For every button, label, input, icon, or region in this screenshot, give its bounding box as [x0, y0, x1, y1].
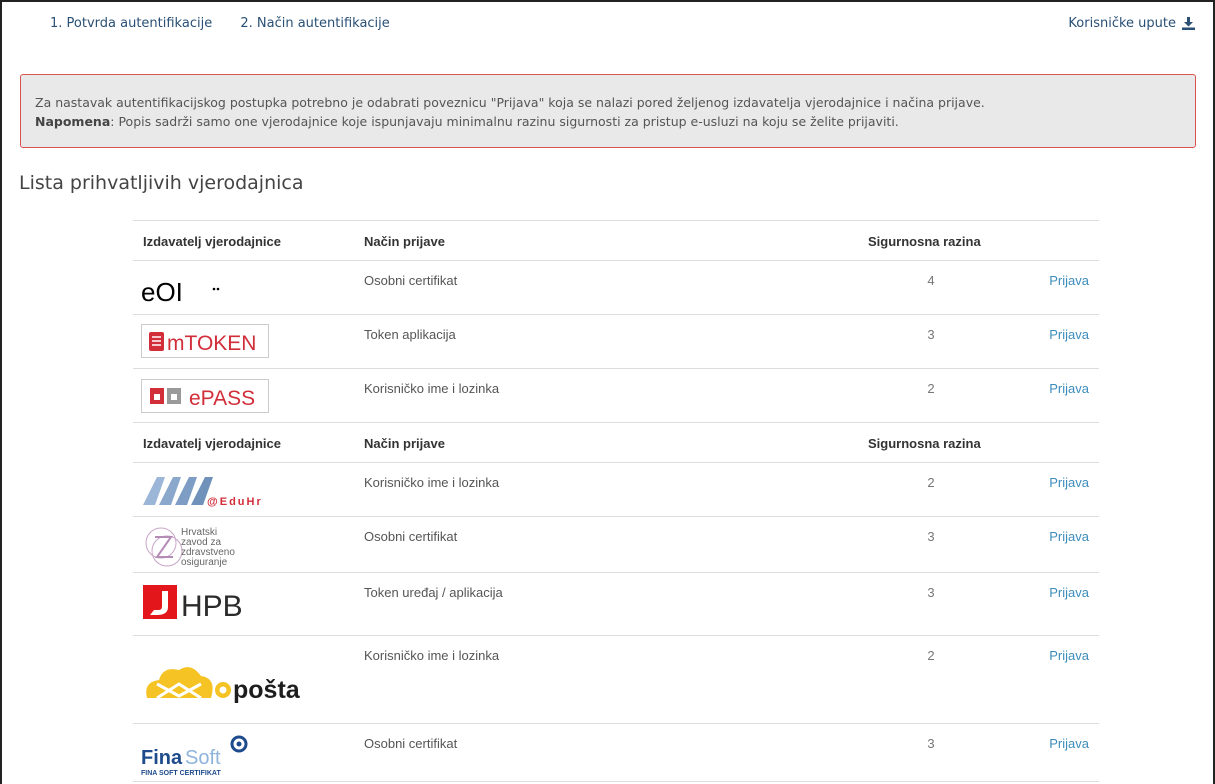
login-link-mtoken[interactable]: Prijava	[1049, 327, 1089, 342]
security-level: 3	[927, 327, 935, 342]
method: Korisničko ime i lozinka	[364, 475, 500, 490]
eoi-logo-text: eOI	[141, 277, 183, 307]
eposta-logo: pošta	[141, 658, 311, 711]
method: Korisničko ime i lozinka	[364, 381, 500, 396]
step-method: 2. Način autentifikacije	[240, 16, 390, 31]
step-confirm: 1. Potvrda autentifikacije	[50, 16, 213, 31]
eoi-logo: eOI	[141, 267, 231, 312]
method: Korisničko ime i lozinka	[364, 648, 500, 663]
hzzo-logo: Hrvatski zavod za zdravstveno osiguranje	[141, 523, 281, 576]
security-level: 3	[927, 529, 935, 544]
section-title: Lista prihvatljivih vjerodajnica	[19, 172, 304, 194]
eposta-logo-text: pošta	[233, 676, 301, 704]
login-link-eposta[interactable]: Prijava	[1049, 648, 1089, 663]
security-level: 4	[927, 273, 935, 288]
method: Osobni certifikat	[364, 529, 458, 544]
eduhr-logo: @EduHr	[141, 471, 271, 516]
table-row: HPB Token uređaj / aplikacija 3 Prijava	[133, 572, 1099, 635]
eduhr-logo-text: @EduHr	[207, 496, 263, 508]
login-link-eoi[interactable]: Prijava	[1049, 273, 1089, 288]
table-row: mTOKEN Token aplikacija 3 Prijava	[133, 314, 1099, 368]
login-link-epass[interactable]: Prijava	[1049, 381, 1089, 396]
credentials-table: Izdavatelj vjerodajnice Način prijave Si…	[133, 220, 1099, 783]
login-link-hzzo[interactable]: Prijava	[1049, 529, 1089, 544]
note-text: : Popis sadrži samo one vjerodajnice koj…	[110, 114, 899, 129]
header-method: Način prijave	[364, 234, 445, 249]
page-frame: 1. Potvrda autentifikacije 2. Način aute…	[0, 0, 1215, 784]
hpb-logo-text: HPB	[181, 590, 243, 623]
table-row: Fina Soft FINA SOFT CERTIFIKAT Osobni ce…	[133, 723, 1099, 783]
info-alert: Za nastavak autentifikacijskog postupka …	[20, 74, 1196, 148]
alert-note: Napomena: Popis sadrži samo one vjerodaj…	[35, 112, 1183, 131]
security-level: 3	[927, 736, 935, 751]
hzzo-line4: osiguranje	[181, 557, 228, 568]
epass-logo: ePASS	[141, 379, 269, 418]
user-guide-link[interactable]: Korisničke upute	[1068, 16, 1195, 31]
method: Token aplikacija	[364, 327, 456, 342]
header-level: Sigurnosna razina	[868, 234, 981, 249]
login-link-eduhr[interactable]: Prijava	[1049, 475, 1089, 490]
table-header: Izdavatelj vjerodajnice Način prijave Si…	[133, 220, 1099, 260]
security-level: 3	[927, 585, 935, 600]
login-link-hpb[interactable]: Prijava	[1049, 585, 1089, 600]
login-link-finasoft[interactable]: Prijava	[1049, 736, 1089, 751]
table-bottom-border	[133, 781, 1099, 782]
security-level: 2	[927, 648, 935, 663]
user-guide-label: Korisničke upute	[1068, 16, 1176, 31]
finasoft-logo-soft: Soft	[185, 747, 221, 769]
method: Osobni certifikat	[364, 736, 458, 751]
note-label: Napomena	[35, 114, 111, 129]
epass-logo-text: ePASS	[189, 387, 255, 410]
header-issuer: Izdavatelj vjerodajnice	[143, 436, 282, 451]
security-level: 2	[927, 475, 935, 490]
finasoft-logo-sub: FINA SOFT CERTIFIKAT	[141, 770, 221, 777]
step-nav: 1. Potvrda autentifikacije 2. Način aute…	[50, 16, 414, 31]
table-row: @EduHr Korisničko ime i lozinka 2 Prijav…	[133, 462, 1099, 516]
method: Osobni certifikat	[364, 273, 458, 288]
finasoft-logo: Fina Soft FINA SOFT CERTIFIKAT	[141, 728, 261, 784]
table-row: Hrvatski zavod za zdravstveno osiguranje…	[133, 516, 1099, 572]
table-header: Izdavatelj vjerodajnice Način prijave Si…	[133, 422, 1099, 462]
table-row: ePASS Korisničko ime i lozinka 2 Prijava	[133, 368, 1099, 422]
download-icon	[1182, 17, 1195, 30]
mtoken-logo: mTOKEN	[141, 324, 269, 363]
finasoft-logo-fina: Fina	[141, 747, 183, 769]
hpb-logo: HPB	[141, 583, 261, 630]
header-method: Način prijave	[364, 436, 445, 451]
table-row: pošta Korisničko ime i lozinka 2 Prijava	[133, 635, 1099, 723]
method: Token uređaj / aplikacija	[364, 585, 503, 600]
table-row: eOI Osobni certifikat 4 Prijava	[133, 260, 1099, 314]
header-issuer: Izdavatelj vjerodajnice	[143, 234, 282, 249]
mtoken-logo-text: mTOKEN	[167, 332, 256, 355]
header-level: Sigurnosna razina	[868, 436, 981, 451]
security-level: 2	[927, 381, 935, 396]
alert-instruction: Za nastavak autentifikacijskog postupka …	[35, 95, 985, 110]
